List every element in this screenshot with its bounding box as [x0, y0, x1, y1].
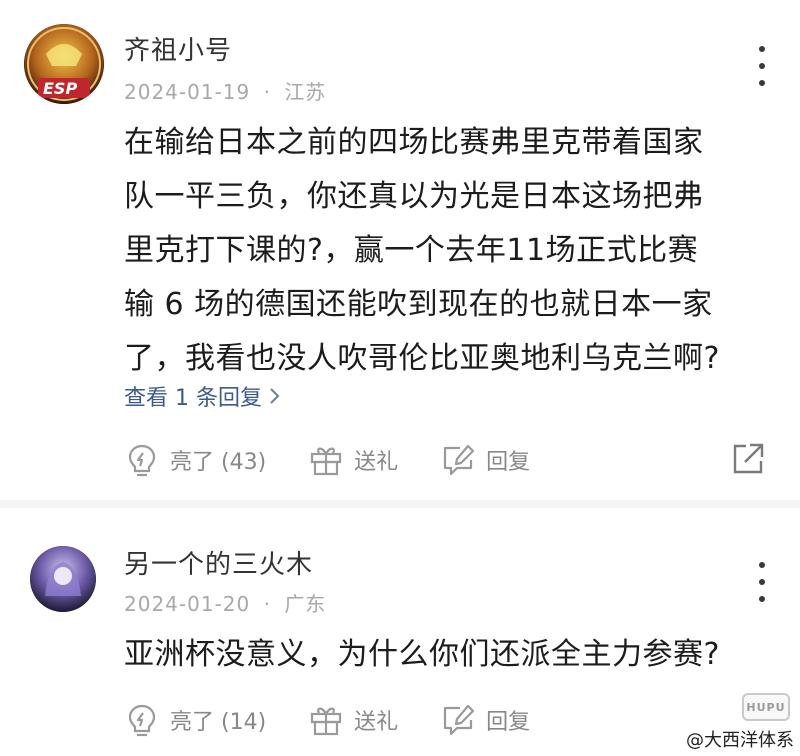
comment-location: 广东	[284, 592, 327, 616]
comment-text-line: 输 6 场的德国还能吹到现在的也就日本一家	[124, 287, 713, 322]
gift-label: 送礼	[354, 710, 399, 735]
reply-label: 回复	[486, 450, 531, 475]
lightbulb-icon	[128, 444, 156, 477]
username[interactable]: 另一个的三火木	[124, 544, 313, 581]
comment-date: 2024-01-19	[124, 80, 251, 104]
comment-actions: 亮了 (14) 送礼 回复	[124, 700, 572, 740]
like-button[interactable]: 亮了 (43)	[124, 442, 266, 478]
comment-text: 在输给日本之前的四场比赛弗里克带着国家 队一平三负，你还真以为光是日本这场把弗 …	[124, 116, 774, 386]
more-options-button[interactable]	[752, 46, 772, 86]
watermark-text: @大西洋体系	[686, 730, 794, 751]
like-button[interactable]: 亮了 (14)	[124, 702, 266, 738]
username[interactable]: 齐祖小号	[124, 30, 232, 67]
hupu-logo-watermark: HUPU	[742, 693, 790, 721]
more-dot	[759, 596, 765, 602]
gift-label: 送礼	[354, 450, 399, 475]
meta-separator: ·	[263, 80, 271, 104]
comment-text-line: 里克打下课的?，赢一个去年11场正式比赛	[124, 233, 699, 268]
comment-actions: 亮了 (43) 送礼 回复	[124, 440, 572, 480]
lightbulb-icon	[128, 704, 156, 737]
avatar[interactable]	[30, 546, 96, 612]
share-icon[interactable]	[730, 441, 766, 477]
more-options-button[interactable]	[752, 562, 772, 602]
reply-button[interactable]: 回复	[440, 702, 530, 738]
gift-button[interactable]: 送礼	[308, 442, 398, 478]
more-dot	[759, 63, 765, 69]
more-dot	[759, 80, 765, 86]
comment-text: 亚洲杯没意义，为什么你们还派全主力参赛?	[124, 628, 774, 682]
avatar-badge: ESP	[43, 79, 78, 98]
reply-edit-icon	[444, 704, 475, 736]
reply-edit-icon	[444, 444, 475, 476]
comment-meta: 2024-01-20 · 广东	[124, 588, 326, 617]
comment-text-line: 亚洲杯没意义，为什么你们还派全主力参赛?	[124, 637, 720, 672]
comment-text-line: 队一平三负，你还真以为光是日本这场把弗	[124, 179, 704, 214]
view-replies-link[interactable]: 查看 1 条回复	[124, 380, 282, 412]
reply-button[interactable]: 回复	[440, 442, 530, 478]
gift-icon	[311, 447, 342, 476]
gift-icon	[311, 707, 342, 736]
more-dot	[759, 579, 765, 585]
comment-location: 江苏	[284, 80, 327, 104]
avatar-image	[30, 546, 96, 612]
like-count-label: 亮了 (43)	[170, 450, 267, 475]
meta-separator: ·	[263, 592, 271, 616]
more-vertical-icon	[759, 46, 765, 52]
like-count-label: 亮了 (14)	[170, 710, 267, 735]
reply-label: 回复	[486, 710, 531, 735]
watermark: @大西洋体系	[686, 726, 794, 752]
more-vertical-icon	[759, 562, 765, 568]
avatar[interactable]: ESP	[24, 24, 104, 104]
comment-divider	[0, 500, 800, 508]
gift-button[interactable]: 送礼	[308, 702, 398, 738]
comment-text-line: 了，我看也没人吹哥伦比亚奥地利乌克兰啊?	[124, 341, 720, 376]
comment-text-line: 在输给日本之前的四场比赛弗里克带着国家	[124, 125, 704, 160]
comment-meta: 2024-01-19 · 江苏	[124, 76, 326, 105]
comment-date: 2024-01-20	[124, 592, 251, 616]
view-replies-label: 查看 1 条回复	[124, 386, 262, 411]
comment-card: ESP 齐祖小号 2024-01-19 · 江苏 在输给日本之前的四场比赛弗里克…	[0, 0, 800, 500]
chevron-right-icon	[270, 388, 280, 404]
